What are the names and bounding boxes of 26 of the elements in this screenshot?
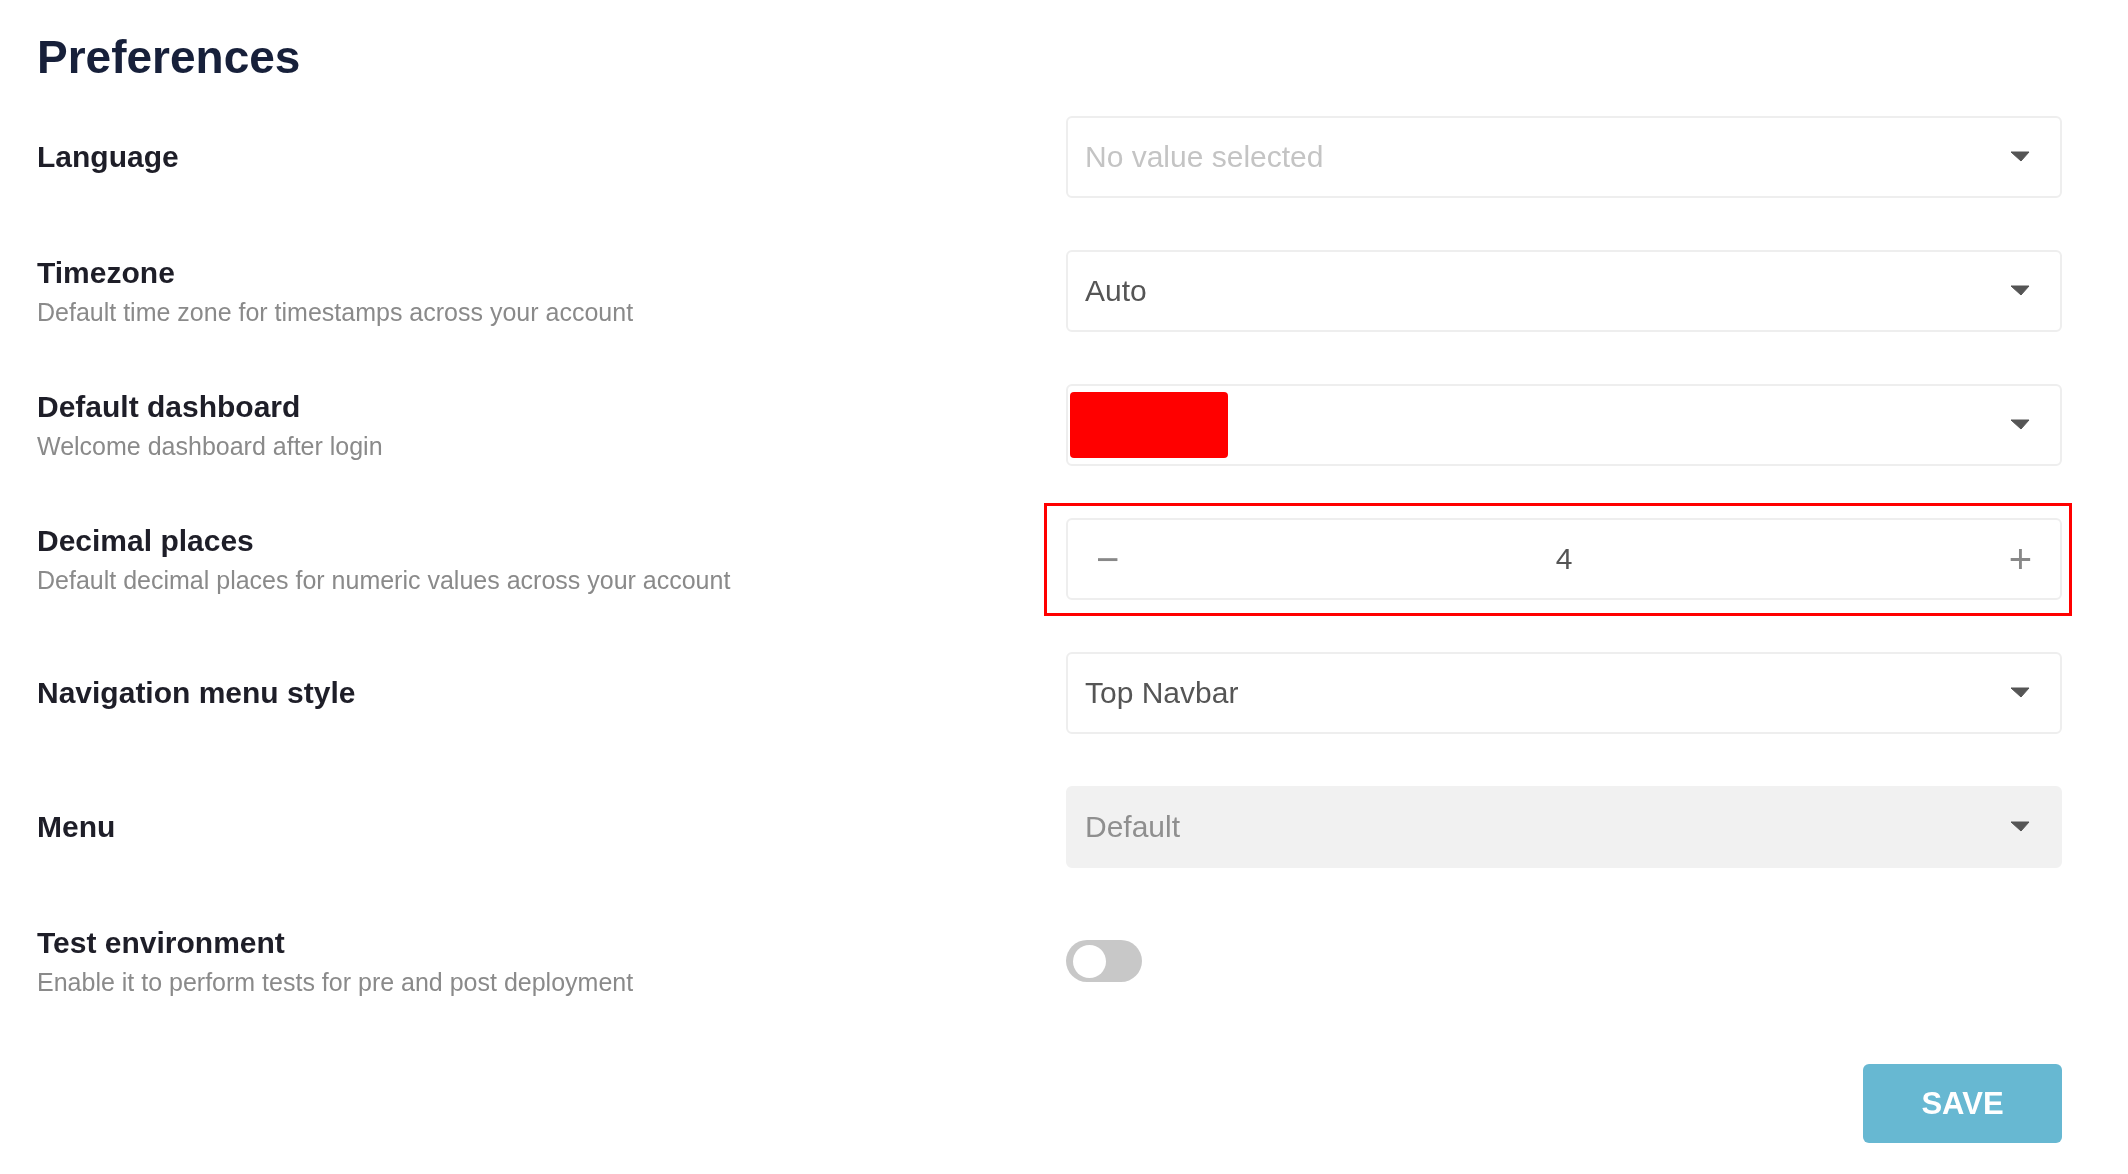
setting-label: Timezone xyxy=(37,255,176,290)
setting-description: Enable it to perform tests for pre and post deployment xyxy=(37,967,635,997)
setting-label: Navigation menu style xyxy=(37,676,357,710)
setting-description: Default time zone for timestamps across your account xyxy=(37,297,635,327)
dropdown[interactable]: Top Navbar xyxy=(1066,652,2062,734)
decrement-button[interactable]: − xyxy=(1096,536,1120,582)
page-title: Preferences xyxy=(37,30,302,84)
setting-label: Test environment xyxy=(37,925,286,960)
number-stepper[interactable]: − 4 + xyxy=(1066,518,2062,600)
setting-label: Language xyxy=(37,140,180,174)
caret-icon xyxy=(2010,419,2030,431)
setting-label: Default dashboard xyxy=(37,389,302,424)
save-button[interactable]: SAVE xyxy=(1863,1064,2062,1143)
setting-description: Default decimal places for numeric values across your account xyxy=(37,565,732,595)
caret-icon xyxy=(2010,285,2030,297)
caret-icon xyxy=(2010,821,2030,833)
caret-icon xyxy=(2010,687,2030,699)
dropdown[interactable] xyxy=(1066,384,2062,466)
setting-label: Decimal places xyxy=(37,523,255,558)
caret-icon xyxy=(2010,151,2030,163)
stepper-value: 4 xyxy=(1555,542,1573,576)
increment-button[interactable]: + xyxy=(2008,536,2032,582)
dropdown[interactable]: Auto xyxy=(1066,250,2062,332)
toggle-switch[interactable] xyxy=(1066,940,1142,982)
setting-label: Menu xyxy=(37,810,117,844)
setting-description: Welcome dashboard after login xyxy=(37,431,384,461)
